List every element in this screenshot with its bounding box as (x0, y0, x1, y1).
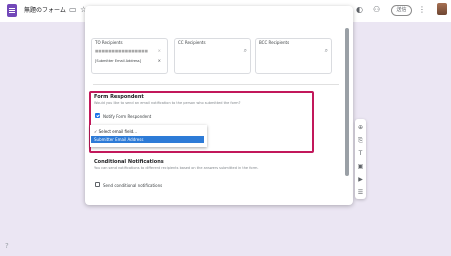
recipient-chip: [Submitter Email Address] × (95, 58, 161, 64)
recipient-chip: ■■■■■■■■■■■■■■■■ × (95, 48, 161, 54)
recipient-chip-label: [Submitter Email Address] (95, 59, 141, 63)
dropdown-option-selected[interactable]: Submitter Email Address (91, 136, 204, 143)
cc-recipients-field[interactable]: CC Recipients ⌕ (174, 38, 251, 74)
more-options-icon[interactable]: ⋮ (418, 5, 426, 15)
conditional-notifications-label: Send conditional notifications (103, 183, 163, 188)
folder-icon[interactable]: ▭ (69, 5, 77, 15)
close-icon[interactable]: × (158, 48, 161, 54)
bcc-recipients-field[interactable]: BCC Recipients ⌕ (255, 38, 332, 74)
add-image-icon[interactable]: ▣ (356, 162, 365, 171)
recipient-chip-label: ■■■■■■■■■■■■■■■■ (95, 49, 148, 53)
dropdown-option[interactable]: ✓ Select email field... (91, 128, 204, 135)
form-respondent-title: Form Respondent (94, 94, 144, 100)
notify-respondent-checkbox[interactable] (95, 113, 100, 118)
addons-icon[interactable]: ⚇ (373, 5, 380, 15)
help-icon[interactable]: ? (5, 242, 9, 250)
cc-recipients-label: CC Recipients (178, 40, 206, 45)
import-questions-icon[interactable]: ⎘ (356, 136, 365, 145)
avatar[interactable] (437, 3, 447, 15)
customize-theme-icon[interactable]: ◐ (356, 5, 363, 15)
notify-respondent-label: Notify Form Respondent (103, 114, 152, 119)
search-icon: ⌕ (324, 47, 328, 54)
conditional-notifications-checkbox[interactable] (95, 182, 100, 187)
add-video-icon[interactable]: ▶ (356, 175, 365, 184)
bcc-recipients-label: BCC Recipients (259, 40, 290, 45)
dialog-scrollbar[interactable] (345, 28, 349, 176)
to-recipients-field[interactable]: TO Recipients ■■■■■■■■■■■■■■■■ × [Submit… (91, 38, 168, 74)
add-question-icon[interactable]: ⊕ (356, 123, 365, 132)
close-icon[interactable]: × (158, 58, 161, 64)
add-title-icon[interactable]: T (356, 149, 365, 158)
email-field-dropdown[interactable]: ✓ Select email field... Submitter Email … (90, 125, 207, 147)
email-notification-dialog: TO Recipients ■■■■■■■■■■■■■■■■ × [Submit… (85, 6, 353, 205)
form-respondent-description: Would you like to send an email notifica… (94, 101, 241, 105)
to-recipients-label: TO Recipients (95, 40, 123, 45)
search-icon: ⌕ (243, 47, 247, 54)
send-button[interactable]: 送信 (391, 5, 412, 16)
form-title[interactable]: 無題のフォーム (24, 5, 66, 14)
forms-logo-icon[interactable] (7, 4, 17, 17)
question-toolbar: ⊕ ⎘ T ▣ ▶ ☰ (355, 119, 366, 199)
add-section-icon[interactable]: ☰ (356, 188, 365, 197)
divider (93, 84, 339, 85)
conditional-notifications-description: You can send notifications to different … (94, 166, 259, 170)
conditional-notifications-title: Conditional Notifications (94, 159, 164, 165)
